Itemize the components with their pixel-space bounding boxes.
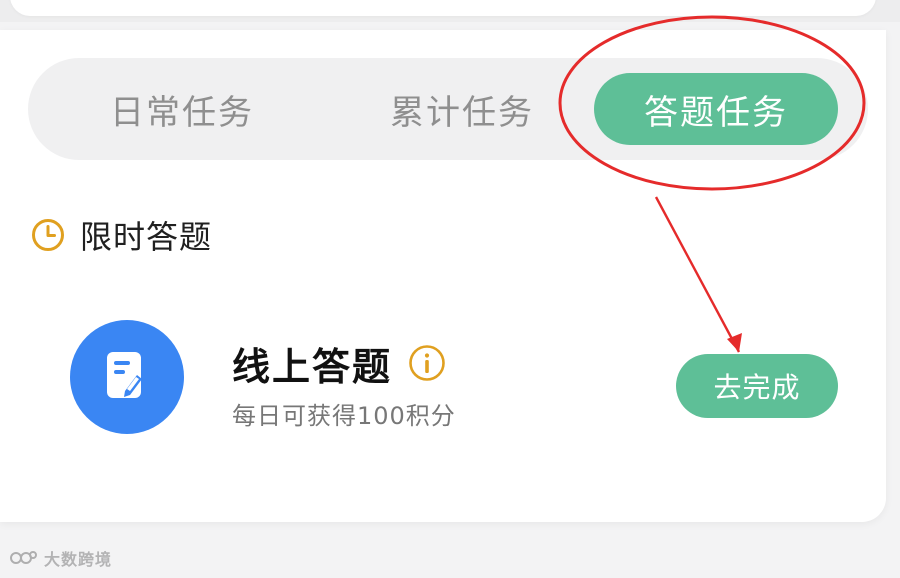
task-tabs: 日常任务 累计任务 答题任务 [28,58,868,160]
tab-daily-tasks[interactable]: 日常任务 [62,58,302,160]
watermark-logo-icon [10,551,37,564]
clock-icon [32,219,64,251]
task-title: 线上答题 [232,344,393,389]
edit-note-icon [70,320,184,434]
info-icon[interactable] [408,344,446,382]
watermark-text: 大数跨境 [44,550,113,569]
task-description: 每日可获得100积分 [232,402,456,430]
tab-cumulative-tasks[interactable]: 累计任务 [342,58,582,160]
edit-note-icon-glyph [107,352,142,398]
section-title: 限时答题 [80,218,213,256]
tab-quiz-tasks[interactable]: 答题任务 [594,73,838,145]
previous-card-edge [10,0,876,16]
task-title-row: 线上答题 [232,336,446,390]
section-header: 限时答题 [30,212,212,258]
watermark: 大数跨境 [10,546,112,570]
go-complete-button[interactable]: 去完成 [676,354,838,418]
